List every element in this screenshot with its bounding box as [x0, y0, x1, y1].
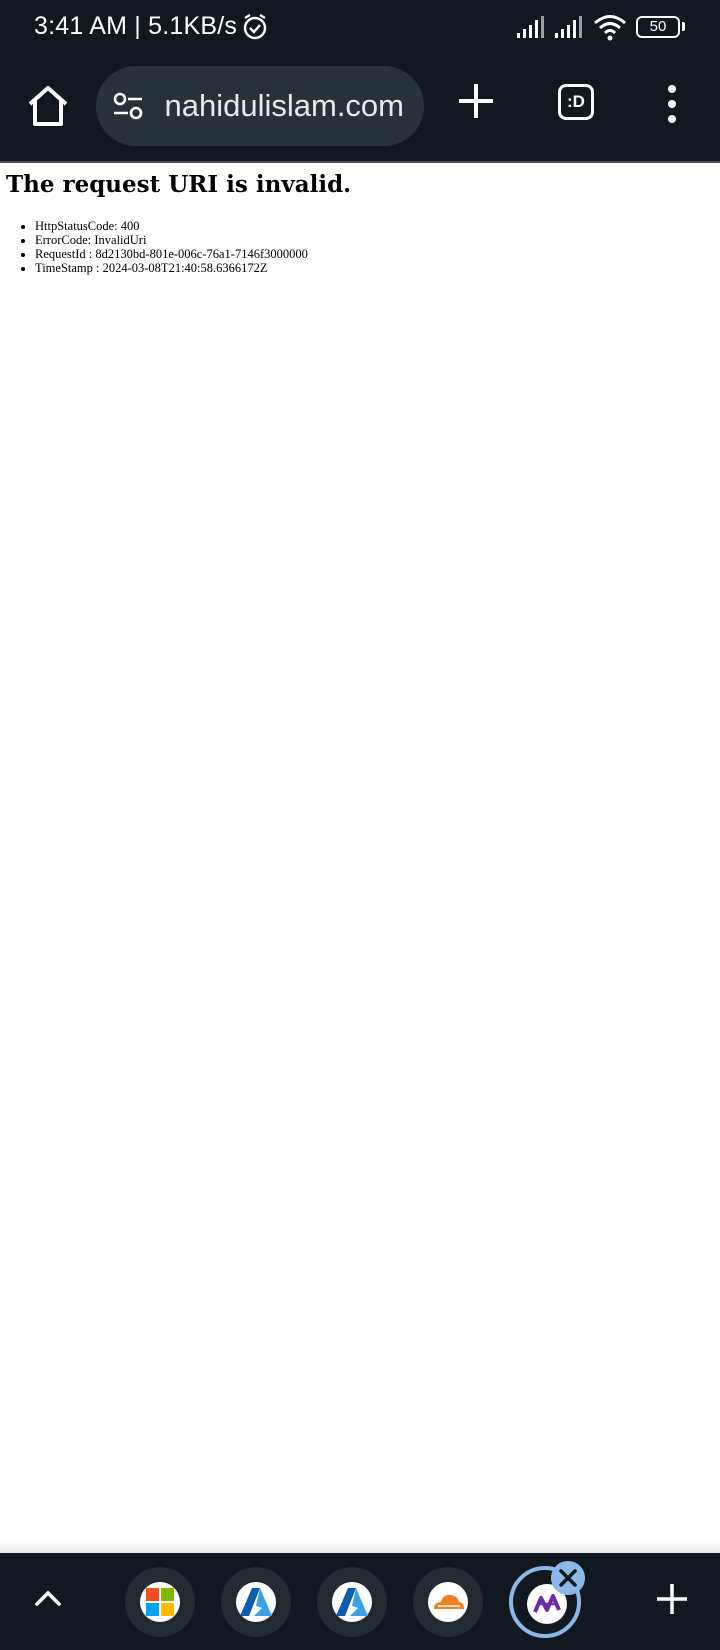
site-settings-icon[interactable] [112, 92, 144, 120]
new-tab-button[interactable] [455, 80, 497, 122]
browser-toolbar: nahidulislam.com :D [0, 56, 720, 162]
home-button[interactable] [24, 82, 72, 130]
list-item: HttpStatusCode: 400 [35, 219, 308, 233]
tab-group-item[interactable] [125, 1567, 195, 1637]
tab-group-bar [0, 1553, 720, 1650]
list-item: TimeStamp : 2024-03-08T21:40:58.6366172Z [35, 261, 308, 275]
bottom-bar-shadow [0, 1540, 720, 1553]
signal-strength-icon [517, 16, 544, 38]
page-title: The request URI is invalid. [6, 171, 352, 198]
battery-tip [682, 22, 685, 31]
list-item: RequestId : 8d2130bd-801e-006c-76a1-7146… [35, 247, 308, 261]
signal-strength-icon [555, 16, 582, 38]
microsoft-icon [146, 1588, 174, 1616]
cloudflare-icon [434, 1594, 464, 1609]
tab-switcher-label: :D [567, 92, 585, 111]
error-details-list: HttpStatusCode: 400 ErrorCode: InvalidUr… [35, 219, 308, 275]
status-time-speed: 3:41 AM | 5.1KB/s [34, 12, 238, 40]
tab-switcher-button[interactable]: :D [558, 84, 594, 120]
tab-group-item[interactable] [413, 1567, 483, 1637]
page-content: The request URI is invalid. HttpStatusCo… [0, 163, 720, 1553]
add-tab-icon[interactable] [654, 1581, 690, 1617]
alarm-icon [243, 13, 267, 40]
tab-group-item[interactable] [317, 1567, 387, 1637]
battery-level: 50 [649, 18, 667, 35]
azure-icon [336, 1588, 368, 1616]
battery-icon: 50 [636, 16, 680, 38]
url-container[interactable]: nahidulislam.com [158, 66, 408, 146]
wifi-icon [594, 15, 626, 41]
more-options-icon[interactable] [660, 82, 684, 126]
url-text[interactable]: nahidulislam.com [165, 88, 405, 124]
close-tab-icon[interactable] [551, 1561, 585, 1595]
list-item: ErrorCode: InvalidUri [35, 233, 308, 247]
azure-icon [240, 1588, 272, 1616]
chevron-up-icon[interactable] [30, 1581, 66, 1617]
status-bar: 3:41 AM | 5.1KB/s 50 [0, 0, 720, 56]
address-bar[interactable]: nahidulislam.com [96, 66, 424, 146]
tab-group-item[interactable] [221, 1567, 291, 1637]
